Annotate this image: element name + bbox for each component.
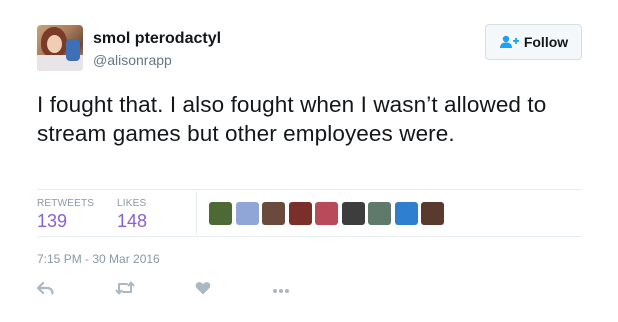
stats-bottom-divider [37,236,582,237]
likes-stat[interactable]: LIKES 148 [117,198,147,232]
add-user-icon [499,35,519,49]
stats-divider [196,191,197,235]
stats-top-divider [37,189,582,190]
retweets-count: 139 [37,211,68,231]
reply-button[interactable] [36,280,54,300]
follow-button[interactable]: Follow [485,24,582,60]
retweet-icon [115,281,135,300]
avatar-face [47,35,62,53]
user-avatar[interactable] [37,25,83,71]
liker-avatars [209,202,448,225]
liker-avatar-9[interactable] [421,202,444,225]
display-name[interactable]: smol pterodactyl [93,30,221,48]
liker-avatar-6[interactable] [341,202,365,225]
retweets-stat[interactable]: RETWEETS 139 [37,198,94,232]
more-icon [272,281,290,299]
tweet-timestamp[interactable]: 7:15 PM - 30 Mar 2016 [37,252,160,266]
liker-avatar-2[interactable] [235,202,259,225]
retweets-label: RETWEETS [37,198,95,209]
tweet-text: I fought that. I also fought when I wasn… [37,92,547,146]
likes-count: 148 [117,211,148,231]
user-handle[interactable]: @alisonrapp [93,52,172,68]
liker-avatar-7[interactable] [368,202,391,225]
liker-avatar-3[interactable] [262,202,285,225]
retweet-button[interactable] [115,280,135,300]
like-icon [195,281,211,300]
more-button[interactable] [272,280,290,300]
like-button[interactable] [195,280,211,300]
liker-avatar-8[interactable] [394,202,418,225]
follow-button-label: Follow [523,34,569,50]
reply-icon [36,281,54,300]
liker-avatar-1[interactable] [209,202,232,225]
avatar-toy [66,39,80,61]
likes-label: LIKES [117,198,147,209]
liker-avatar-5[interactable] [315,202,338,225]
liker-avatar-4[interactable] [288,202,312,225]
